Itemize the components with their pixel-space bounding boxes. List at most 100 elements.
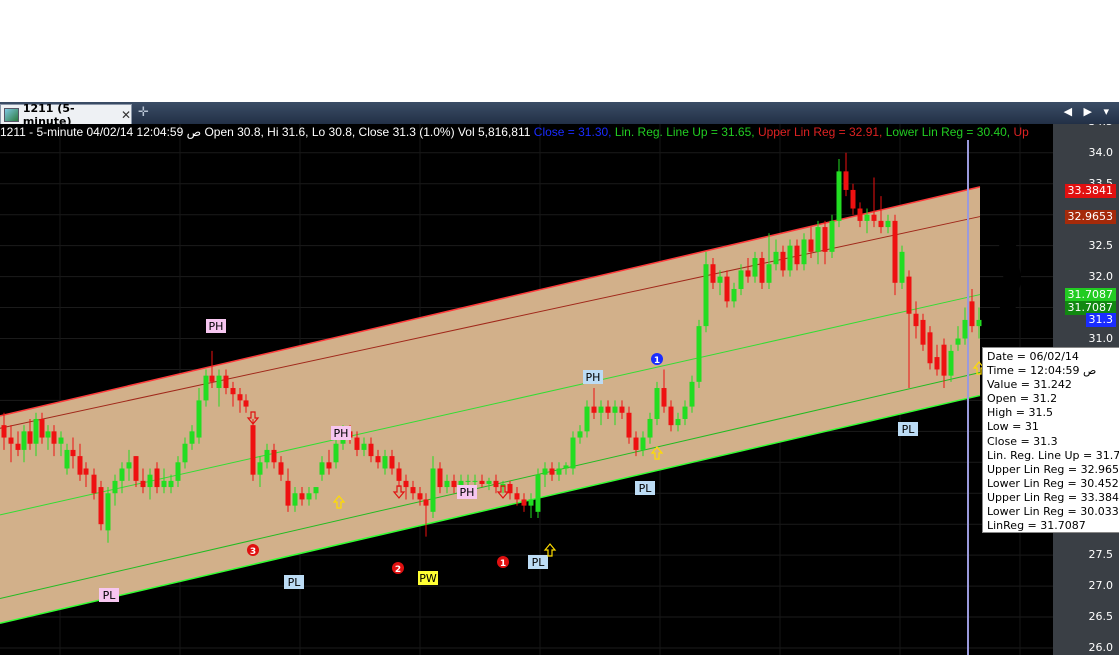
price-chart[interactable]: PH PH PH PH PL PL PL PL PL PW 3 2 1 1 (0, 124, 1053, 655)
data-tooltip: Date = 06/02/14 Time = 12:04:59 ص Value = … (982, 347, 1119, 533)
chart-plot-area[interactable]: PH PH PH PH PL PL PL PL PL PW 3 2 1 1 (0, 124, 1053, 655)
candle-body (668, 406, 674, 426)
candle-body (745, 270, 751, 277)
candle-body (808, 239, 814, 252)
candle-body (941, 344, 947, 376)
info-close: Close = 31.30, (533, 125, 615, 139)
candle-body (731, 288, 737, 302)
tab-bar (0, 102, 1119, 124)
candle-body (375, 456, 381, 463)
signal-number: 2 (395, 565, 401, 575)
tooltip-line: Lower Lin Reg = 30.452 (987, 476, 1119, 490)
close-icon[interactable]: ✕ (121, 108, 131, 122)
candle-body (333, 443, 339, 463)
candle-body (612, 406, 618, 413)
candle-body (472, 480, 478, 482)
candle-body (759, 258, 765, 283)
candle-body (119, 468, 125, 481)
candle-body (927, 332, 933, 364)
candle-body (829, 220, 835, 252)
candle-body (444, 480, 450, 488)
axis-tick-label: 32.0 (1088, 269, 1114, 283)
candle-body (955, 338, 961, 345)
candle-body (766, 264, 772, 283)
candle-body (39, 418, 45, 438)
candle-body (250, 425, 256, 475)
candle-body (906, 276, 912, 314)
pivot-label: PH (460, 486, 475, 499)
candle-body (417, 493, 423, 500)
axis-tick-label: 26.5 (1088, 610, 1114, 624)
candle-body (465, 480, 471, 482)
candle-body (15, 443, 21, 450)
candle-body (319, 462, 325, 475)
candle-body (313, 487, 319, 494)
candle-body (430, 468, 436, 512)
price-tag: 33.3841 (1064, 183, 1116, 198)
candle-body (857, 208, 863, 221)
info-up: Up (1013, 125, 1029, 139)
candle-body (1, 425, 7, 438)
candle-body (899, 251, 905, 283)
candle-body (948, 350, 954, 376)
candle-body (33, 418, 39, 444)
tooltip-line: LinReg = 31.7087 (987, 519, 1086, 533)
candle-body (382, 456, 388, 469)
candle-body (368, 443, 374, 457)
candle-body (780, 251, 786, 271)
candle-body (689, 381, 695, 407)
candle-body (920, 319, 926, 345)
info-upper-linreg: Upper Lin Reg = 32.91, (757, 125, 886, 139)
candle-body (209, 375, 215, 382)
crosshair-icon[interactable]: ✛ (138, 105, 149, 120)
axis-tick-label: 27.0 (1088, 579, 1114, 593)
candle-body (703, 264, 709, 327)
pivot-label: PL (639, 482, 653, 495)
candle-body (189, 431, 195, 444)
tab-chart[interactable]: 1211 (5-minute) ✕ (0, 102, 132, 128)
candle-body (58, 437, 64, 444)
candle-body (451, 480, 457, 488)
pivot-label: PH (334, 427, 349, 440)
candle-body (51, 431, 57, 444)
candle-body (528, 499, 534, 506)
tooltip-line: Upper Lin Reg = 33.3841 (987, 490, 1119, 504)
tab-nav-arrows[interactable]: ◀ ▶ ▾ (1064, 105, 1113, 118)
candle-body (878, 220, 884, 228)
candle-body (675, 418, 681, 426)
candle-body (934, 357, 940, 370)
candle-body (647, 418, 653, 438)
info-lower-linreg: Lower Lin Reg = 30.40, (885, 125, 1014, 139)
candle-body (423, 499, 429, 506)
candle-body (326, 462, 332, 469)
candle-body (396, 468, 402, 481)
candle-body (27, 431, 33, 444)
candle-body (521, 499, 527, 506)
candle-body (619, 406, 625, 413)
candle-body (292, 493, 298, 506)
candle-body (479, 480, 485, 484)
candle-body (306, 493, 312, 500)
candle-body (633, 437, 639, 450)
candle-body (682, 406, 688, 419)
tooltip-line: Open = 31.2 (987, 392, 1058, 406)
candle-body (21, 431, 27, 450)
candle-body (486, 480, 492, 484)
candle-body (403, 480, 409, 488)
candle-body (724, 276, 730, 302)
price-tag: 32.9653 (1064, 209, 1116, 224)
candle-body (717, 276, 723, 283)
candle-body (98, 487, 104, 525)
candle-body (168, 480, 174, 488)
price-tag: 31.3 (1085, 312, 1116, 327)
candle-body (822, 227, 828, 252)
candle-body (410, 487, 416, 494)
candle-body (203, 375, 209, 401)
candle-body (91, 474, 97, 494)
candle-body (794, 245, 800, 265)
candle-body (105, 493, 111, 531)
candle-body (493, 480, 499, 488)
candle-body (696, 326, 702, 382)
candle-body (556, 468, 562, 475)
candle-body (140, 480, 146, 488)
